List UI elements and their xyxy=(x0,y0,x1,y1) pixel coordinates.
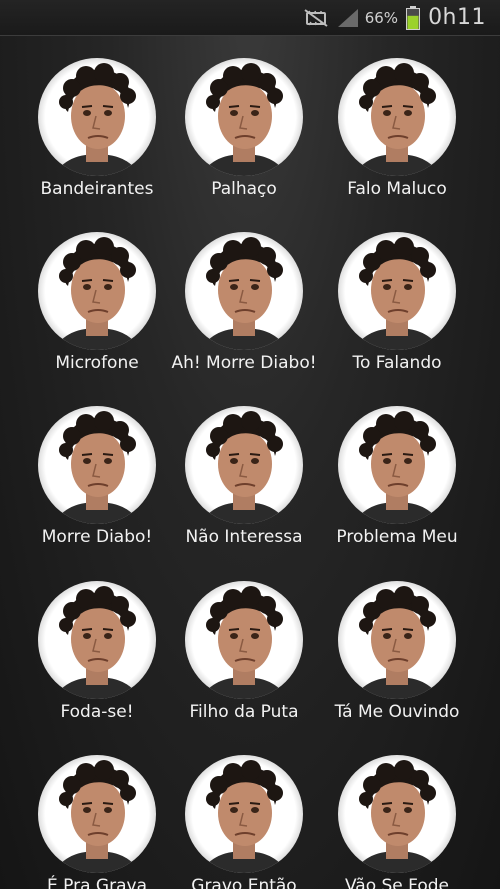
avatar xyxy=(185,406,303,524)
sound-label: Bandeirantes xyxy=(40,179,154,199)
sound-button[interactable]: Palhaço xyxy=(169,36,319,210)
sound-label: Foda-se! xyxy=(60,702,134,722)
avatar xyxy=(185,232,303,350)
battery-icon xyxy=(406,5,421,30)
signal-icon xyxy=(337,8,359,28)
sound-button[interactable]: Gravo Então xyxy=(169,733,319,889)
avatar xyxy=(185,755,303,873)
avatar xyxy=(338,232,456,350)
avatar xyxy=(338,58,456,176)
sound-button[interactable]: É Pra Grava xyxy=(22,733,172,889)
sound-label: Ah! Morre Diabo! xyxy=(171,353,317,373)
sound-button[interactable]: Vão Se Fode xyxy=(322,733,472,889)
sound-label: Microfone xyxy=(55,353,139,373)
avatar xyxy=(185,58,303,176)
avatar xyxy=(38,232,156,350)
avatar xyxy=(38,581,156,699)
sound-button[interactable]: Filho da Puta xyxy=(169,559,319,733)
avatar xyxy=(38,755,156,873)
avatar xyxy=(338,406,456,524)
sound-label: Falo Maluco xyxy=(347,179,447,199)
sound-label: Não Interessa xyxy=(185,527,303,547)
sound-button[interactable]: Falo Maluco xyxy=(322,36,472,210)
sound-label: Problema Meu xyxy=(336,527,458,547)
clock: 0h11 xyxy=(428,5,486,30)
sound-label: Morre Diabo! xyxy=(41,527,153,547)
sound-label: É Pra Grava xyxy=(47,876,147,889)
sound-label: Gravo Então xyxy=(191,876,297,889)
sound-button[interactable]: Não Interessa xyxy=(169,384,319,558)
sound-button[interactable]: Ah! Morre Diabo! xyxy=(169,210,319,384)
sound-button[interactable]: To Falando xyxy=(322,210,472,384)
sound-button[interactable]: Tá Me Ouvindo xyxy=(322,559,472,733)
avatar xyxy=(338,755,456,873)
sound-button[interactable]: Foda-se! xyxy=(22,559,172,733)
mute-icon xyxy=(303,8,329,28)
sound-label: Filho da Puta xyxy=(189,702,299,722)
battery-percent: 66% xyxy=(364,8,399,27)
avatar xyxy=(338,581,456,699)
sound-label: To Falando xyxy=(352,353,442,373)
status-bar: 66% 0h11 xyxy=(0,0,500,36)
sound-label: Palhaço xyxy=(211,179,277,199)
avatar xyxy=(38,406,156,524)
sound-label: Vão Se Fode xyxy=(344,876,449,889)
sound-label: Tá Me Ouvindo xyxy=(334,702,460,722)
sound-button[interactable]: Problema Meu xyxy=(322,384,472,558)
avatar xyxy=(38,58,156,176)
sound-button[interactable]: Morre Diabo! xyxy=(22,384,172,558)
sound-button[interactable]: Bandeirantes xyxy=(22,36,172,210)
avatar xyxy=(185,581,303,699)
sound-button[interactable]: Microfone xyxy=(22,210,172,384)
sound-grid: Bandeirantes Palhaço Falo Maluco Microfo… xyxy=(0,36,500,889)
